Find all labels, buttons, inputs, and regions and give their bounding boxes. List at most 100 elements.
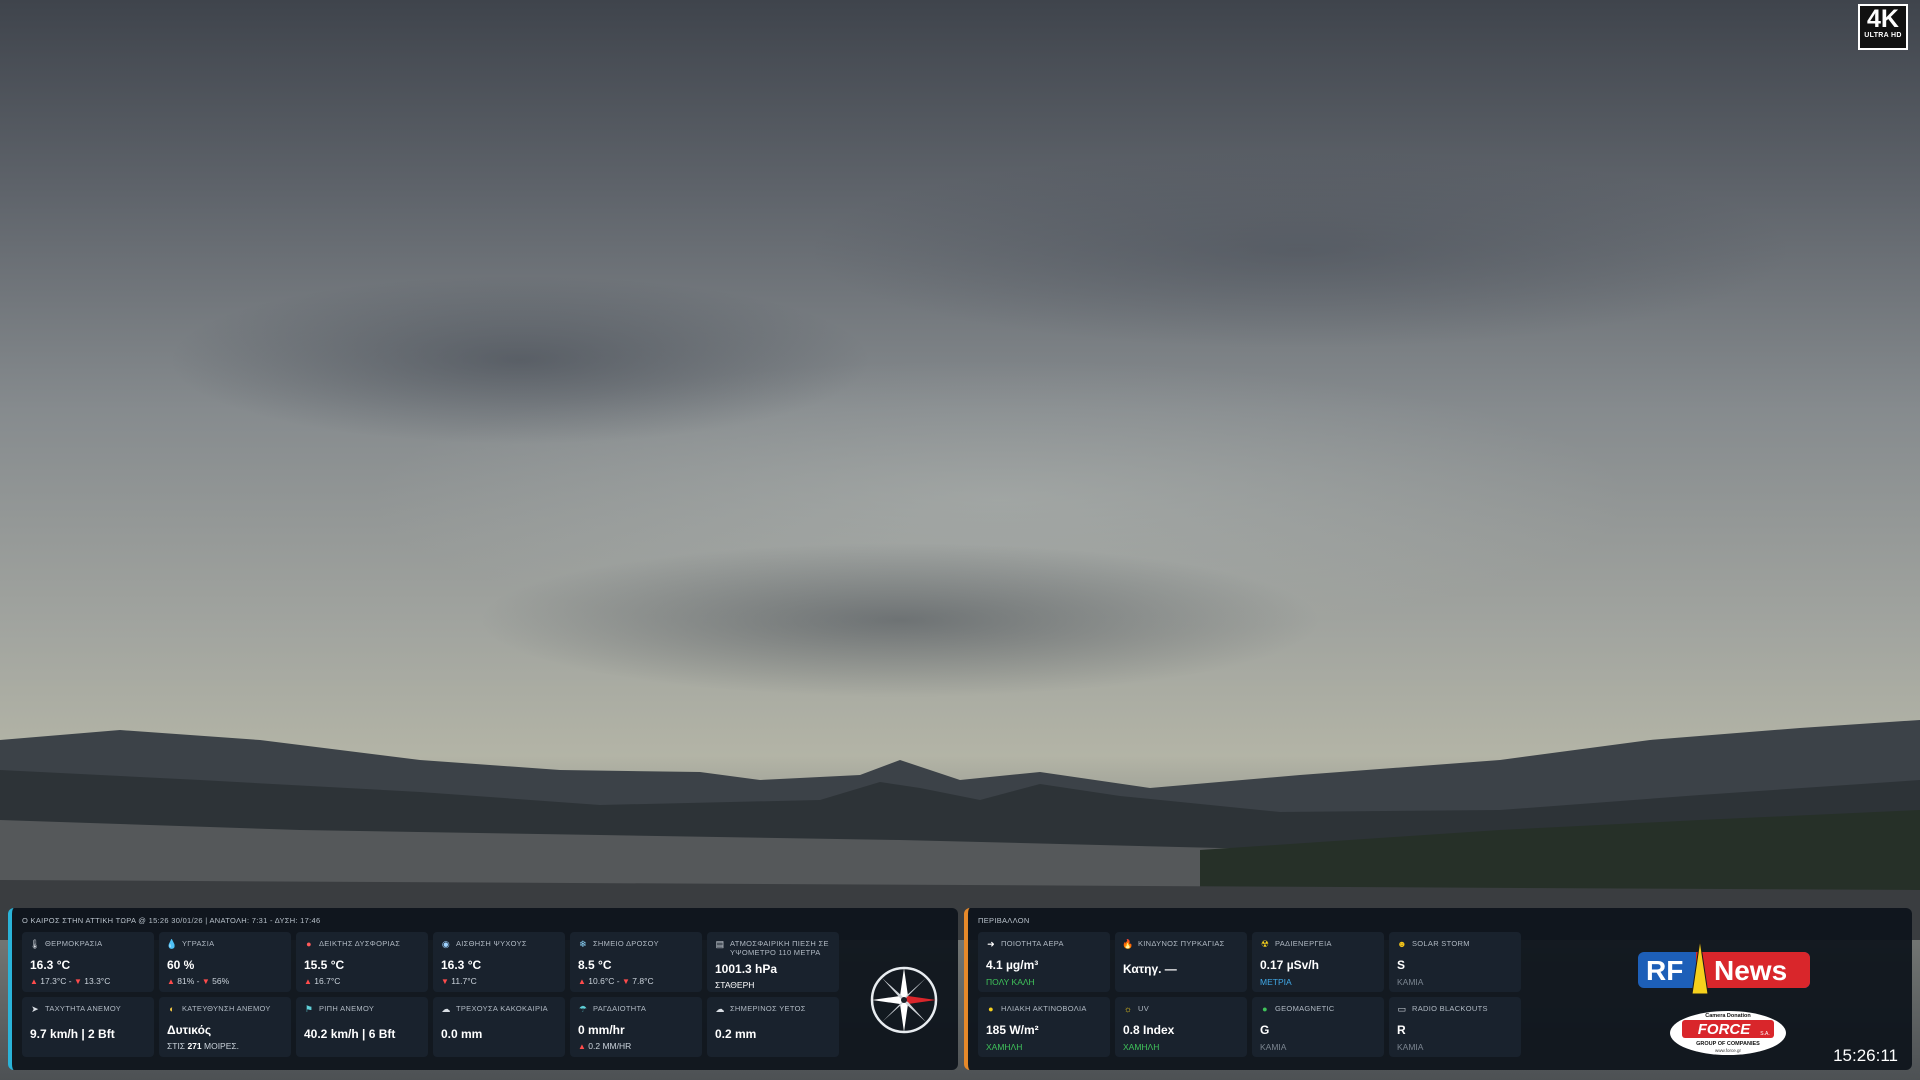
temperature-card: 🌡 ΘΕΡΜΟΚΡΑΣΙΑ 16.3 °C ▲ 17.3°C - ▼ 13.3°C (22, 932, 154, 992)
card-label: ΥΓΡΑΣΙΑ (182, 939, 215, 948)
card-value: 0.2 mm (715, 1027, 757, 1041)
card-label: UV (1138, 1004, 1150, 1013)
group-text: GROUP OF COMPANIES (1696, 1041, 1760, 1047)
low-value: 11.7°C (451, 976, 477, 986)
radiation-card: ☢ ΡΑΔΙΕΝΕΡΓΕΙΑ 0.17 µSv/h ΜΕΤΡΙΑ (1252, 932, 1384, 992)
card-value: R (1397, 1023, 1406, 1037)
ultra-hd-label: ULTRA HD (1864, 32, 1902, 39)
wind-speed-card: ➤ ΤΑΧΥΤΗΤΑ ΑΝΕΜΟΥ 9.7 km/h | 2 Bft (22, 997, 154, 1057)
discomfort-index-card: ● ΔΕΙΚΤΗΣ ΔΥΣΦΟΡΙΑΣ 15.5 °C ▲ 16.7°C (296, 932, 428, 992)
uv-icon: ☼ (1123, 1004, 1133, 1014)
card-value: 60 % (167, 958, 195, 972)
high-value: 0.2 MM/HR (588, 1041, 632, 1051)
news-text: News (1714, 955, 1787, 986)
fire-icon: 🔥 (1122, 939, 1134, 949)
direction-degrees: 271 (187, 1041, 202, 1051)
droplet-icon: 💧 (166, 939, 178, 949)
card-label: ΡΑΔΙΕΝΕΡΓΕΙΑ (1275, 939, 1332, 948)
card-value: 8.5 °C (578, 958, 612, 972)
uv-card: ☼ UV 0.8 Index ΧΑΜΗΛΗ (1115, 997, 1247, 1057)
rf-text: RF (1646, 955, 1683, 986)
up-arrow-icon: ▲ (578, 1042, 586, 1051)
air-quality-card: ➜ ΠΟΙΟΤΗΤΑ ΑΕΡΑ 4.1 µg/m³ ΠΟΛΥ ΚΑΛΗ (978, 932, 1110, 992)
solar-radiation-card: ● ΗΛΙΑΚΗ ΑΚΤΙΝΟΒΟΛΙΑ 185 W/m² ΧΑΜΗΛΗ (978, 997, 1110, 1057)
card-value: 1001.3 hPa (715, 962, 778, 976)
solar-storm-icon: ☻ (1397, 939, 1407, 949)
weather-panel-title: Ο ΚΑΙΡΟΣ ΣΤΗΝ ΑΤΤΙΚΗ ΤΩΡΑ @ 15:26 30/01/… (22, 916, 321, 925)
card-value: 16.3 °C (30, 958, 71, 972)
discomfort-icon: ● (306, 939, 312, 949)
card-label: ΤΑΧΥΤΗΤΑ ΑΝΕΜΟΥ (45, 1004, 122, 1013)
card-value: 16.3 °C (441, 958, 482, 972)
card-label: RADIO BLACKOUTS (1412, 1004, 1488, 1013)
camera-donation-text: Camera Donation (1705, 1013, 1751, 1019)
weather-grid: 🌡 ΘΕΡΜΟΚΡΑΣΙΑ 16.3 °C ▲ 17.3°C - ▼ 13.3°C… (22, 932, 839, 1057)
wind-direction-card: ◐ ΚΑΤΕΥΘΥΝΣΗ ΑΝΕΜΟΥ Δυτικός ΣΤΙΣ 271 ΜΟΙΡ… (159, 997, 291, 1057)
card-label: GEOMAGNETIC (1275, 1004, 1335, 1013)
card-label: ΡΙΠΗ ΑΝΕΜΟΥ (319, 1004, 375, 1013)
environment-panel-title: ΠΕΡΙΒΑΛΛΟΝ (978, 916, 1030, 925)
force-text: FORCE (1698, 1021, 1751, 1038)
storm-cloud-icon: ☁ (441, 1004, 451, 1014)
card-label: ΔΕΙΚΤΗΣ ΔΥΣΦΟΡΙΑΣ (319, 939, 401, 948)
down-arrow-icon: ▼ (621, 977, 630, 986)
card-value: 0.17 µSv/h (1260, 958, 1319, 972)
4k-ultra-hd-badge: 4K ULTRA HD (1858, 4, 1908, 50)
up-arrow-icon: ▲ (167, 977, 175, 986)
card-label: ΤΡΕΧΟΥΣΑ ΚΑΚΟΚΑΙΡΙΑ (456, 1004, 548, 1013)
high-value: 10.6°C (588, 976, 615, 986)
up-arrow-icon: ▲ (30, 977, 38, 986)
force-logo: Camera Donation FORCE S.A. GROUP OF COMP… (1670, 1011, 1786, 1055)
snowflake-icon: ❄ (579, 939, 587, 949)
radio-icon: ▭ (1397, 1004, 1407, 1014)
wind-chill-icon: ◉ (441, 939, 451, 949)
card-value: 0.0 mm (441, 1027, 483, 1041)
wind-icon: ➤ (31, 1004, 39, 1014)
down-arrow-icon: ▼ (441, 977, 449, 986)
status-text: ΚΑΜΙΑ (1260, 1042, 1287, 1052)
card-label: ΑΤΜΟΣΦΑΙΡΙΚΗ ΠΙΕΣΗ ΣΕ ΥΨΟΜΕΤΡΟ 110 ΜΕΤΡΑ (730, 939, 829, 957)
card-value: 9.7 km/h | 2 Bft (30, 1027, 115, 1041)
card-value: 185 W/m² (986, 1023, 1039, 1037)
pressure-card: ▤ ΑΤΜΟΣΦΑΙΡΙΚΗ ΠΙΕΣΗ ΣΕ ΥΨΟΜΕΤΡΟ 110 ΜΕΤΡ… (707, 932, 839, 992)
low-value: 13.3°C (84, 976, 111, 986)
low-value: 7.8°C (632, 976, 654, 986)
separator: - (194, 976, 202, 986)
sun-icon: ● (988, 1004, 994, 1014)
high-value: 16.7°C (314, 976, 341, 986)
direction-suffix: ΜΟΙΡΕΣ. (204, 1041, 240, 1051)
geomagnetic-card: ● GEOMAGNETIC G ΚΑΜΙΑ (1252, 997, 1384, 1057)
card-value: 0 mm/hr (578, 1023, 625, 1037)
environment-grid: ➜ ΠΟΙΟΤΗΤΑ ΑΕΡΑ 4.1 µg/m³ ΠΟΛΥ ΚΑΛΗ 🔥 ΚΙΝΔ… (978, 932, 1521, 1057)
status-text: ΜΕΤΡΙΑ (1260, 977, 1292, 987)
rain-rate-icon: ☂ (578, 1004, 588, 1014)
radiation-icon: ☢ (1260, 939, 1270, 949)
radio-blackouts-card: ▭ RADIO BLACKOUTS R ΚΑΜΙΑ (1389, 997, 1521, 1057)
status-text: ΚΑΜΙΑ (1397, 977, 1424, 987)
weather-panel: Ο ΚΑΙΡΟΣ ΣΤΗΝ ΑΤΤΙΚΗ ΤΩΡΑ @ 15:26 30/01/… (8, 908, 958, 1070)
thermometer-icon: 🌡 (29, 939, 41, 949)
rain-cloud-icon: ☁ (715, 1004, 725, 1014)
wind-gust-card: ⚑ ΡΙΠΗ ΑΝΕΜΟΥ 40.2 km/h | 6 Bft (296, 997, 428, 1057)
card-value: Δυτικός (167, 1023, 212, 1037)
card-value: 4.1 µg/m³ (986, 958, 1039, 972)
card-value: G (1260, 1023, 1270, 1037)
down-arrow-icon: ▼ (73, 977, 82, 986)
globe-icon: ● (1262, 1004, 1268, 1014)
status-text: ΧΑΜΗΛΗ (986, 1042, 1023, 1052)
low-value: 56% (212, 976, 230, 986)
down-arrow-icon: ▼ (201, 977, 210, 986)
dew-point-card: ❄ ΣΗΜΕΙΟ ΔΡΟΣΟΥ 8.5 °C ▲ 10.6°C - ▼ 7.8°C (570, 932, 702, 992)
card-label: SOLAR STORM (1412, 939, 1470, 948)
card-value: S (1397, 958, 1406, 972)
direction-icon: ◐ (169, 1004, 175, 1014)
card-value: Κατηγ. — (1123, 962, 1177, 976)
card-value: 15.5 °C (304, 958, 345, 972)
4k-label: 4K (1867, 5, 1899, 33)
up-arrow-icon: ▲ (578, 977, 586, 986)
card-value: 40.2 km/h | 6 Bft (304, 1027, 396, 1041)
card-label: ΡΑΓΔΑΙΟΤΗΤΑ (593, 1004, 647, 1013)
card-label: ΠΟΙΟΤΗΤΑ ΑΕΡΑ (1001, 939, 1064, 948)
environment-panel: ΠΕΡΙΒΑΛΛΟΝ ➜ ΠΟΙΟΤΗΤΑ ΑΕΡΑ 4.1 µg/m³ ΠΟΛΥ… (964, 908, 1912, 1070)
wind-chill-card: ◉ ΑΙΣΘΗΣΗ ΨΥΧΟΥΣ 16.3 °C ▼ 11.7°C (433, 932, 565, 992)
